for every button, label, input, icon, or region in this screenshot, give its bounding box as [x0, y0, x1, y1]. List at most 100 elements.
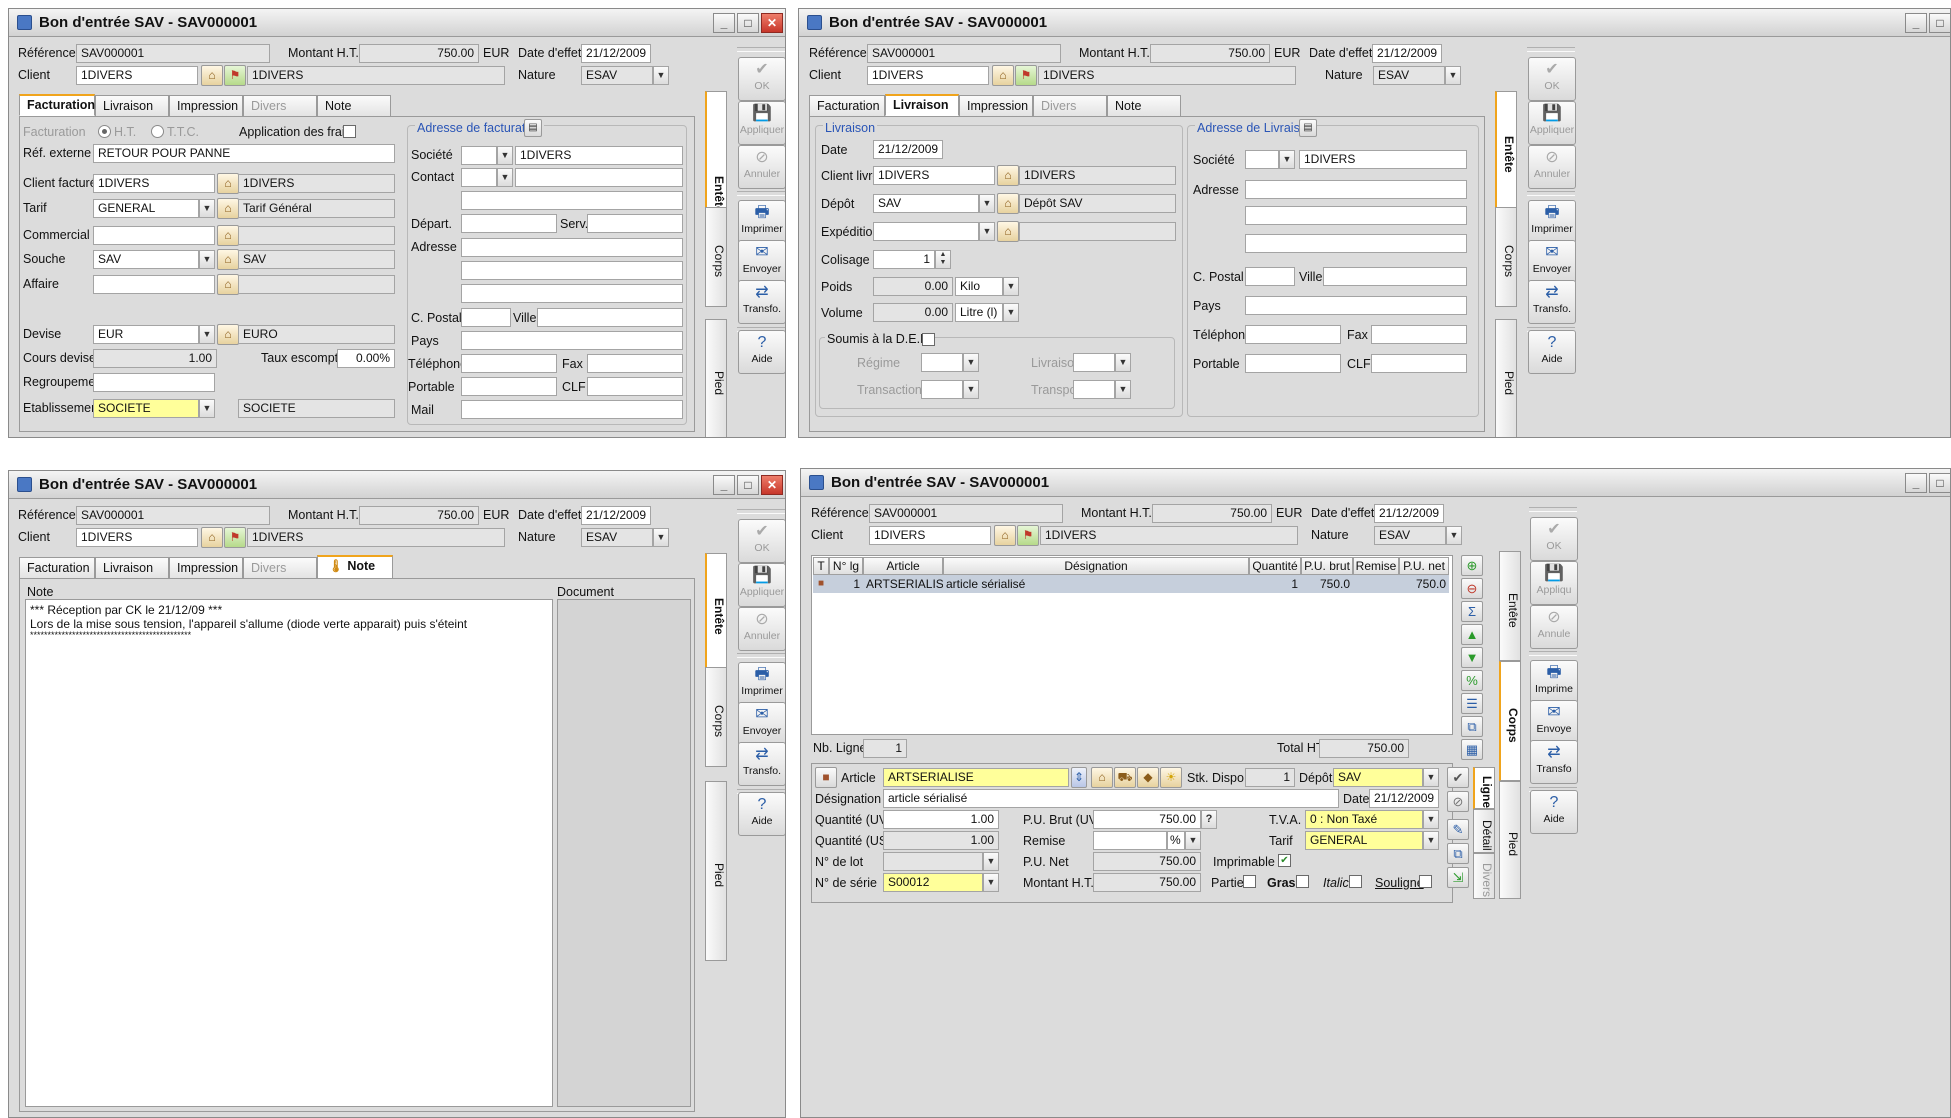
chevron-down-icon[interactable]: ▼ [1423, 810, 1439, 829]
copy-icon[interactable]: ⧉ [1461, 716, 1483, 737]
ok-button[interactable]: ✔ OK [1528, 57, 1576, 101]
envoyer-button[interactable]: ✉ Envoyer [738, 702, 785, 746]
nature-select[interactable]: ESAV [1374, 526, 1446, 545]
client-code-field[interactable]: 1DIVERS [867, 66, 989, 85]
partiel-checkbox[interactable] [1243, 875, 1256, 888]
adresse-line1[interactable] [1245, 180, 1467, 199]
note-textarea[interactable]: *** Réception par CK le 21/12/09 *** Lor… [25, 599, 553, 1107]
home-icon[interactable]: ⌂ [201, 65, 223, 86]
chevron-down-icon[interactable]: ▼ [497, 146, 513, 165]
transfo-button[interactable]: ⇄ Transfo [1530, 740, 1578, 784]
portable-field[interactable] [461, 377, 557, 396]
depot-select[interactable]: SAV [1333, 768, 1423, 787]
home-icon[interactable]: ⌂ [994, 525, 1016, 546]
depart-field[interactable] [461, 214, 557, 233]
tva-select[interactable]: 0 : Non Taxé [1305, 810, 1423, 829]
devise-select[interactable]: EUR [93, 325, 199, 344]
tarif-select[interactable]: GENERAL [93, 199, 199, 218]
telephone-field[interactable] [461, 354, 557, 373]
calculator-icon[interactable]: ▦ [1461, 739, 1483, 760]
contact-extra-field[interactable] [461, 191, 683, 210]
cpostal-field[interactable] [461, 308, 511, 327]
minimize-button[interactable]: _ [713, 475, 735, 495]
remise-unit-select[interactable]: % [1167, 831, 1185, 850]
appliquer-button[interactable]: 💾 Appliqu [1530, 561, 1578, 605]
chevron-down-icon[interactable]: ▼ [199, 199, 215, 218]
vtab-ligne[interactable]: Ligne [1473, 767, 1495, 809]
column-header-remise[interactable]: Remise [1353, 557, 1399, 575]
tab-facturation[interactable]: Facturation [19, 94, 95, 116]
nature-select[interactable]: ESAV [1373, 66, 1445, 85]
column-header-designation[interactable]: Désignation [943, 557, 1249, 575]
tab-impression[interactable]: Impression [169, 95, 243, 117]
chevron-down-icon[interactable]: ▼ [497, 168, 513, 187]
ok-button[interactable]: ✔ OK [738, 57, 785, 101]
colisage-field[interactable]: 1 [873, 250, 935, 269]
pays-field[interactable] [461, 331, 683, 350]
close-button[interactable]: ✕ [761, 13, 783, 33]
commercial-field[interactable] [93, 226, 215, 245]
chevron-down-icon[interactable]: ▼ [1115, 353, 1131, 372]
sun-icon[interactable]: ☀ [1160, 767, 1182, 788]
poids-field[interactable]: 0.00 [873, 277, 953, 296]
move-down-icon[interactable]: ▼ [1461, 647, 1483, 668]
tab-impression[interactable]: Impression [169, 557, 243, 579]
envoyer-button[interactable]: ✉ Envoye [1530, 700, 1578, 744]
serie-select[interactable]: S00012 [883, 873, 983, 892]
chevron-down-icon[interactable]: ▼ [1003, 277, 1019, 296]
home-icon[interactable]: ⌂ [201, 527, 223, 548]
close-button[interactable]: ✕ [761, 475, 783, 495]
home-icon[interactable]: ⌂ [1091, 767, 1113, 788]
nature-select[interactable]: ESAV [581, 528, 653, 547]
validate-line-icon[interactable]: ✔ [1447, 767, 1469, 788]
vtab-detail[interactable]: Détail [1473, 809, 1495, 853]
cours-devise-field[interactable]: 1.00 [93, 349, 217, 368]
societe-type-select[interactable] [461, 146, 497, 165]
home-icon[interactable]: ⌂ [997, 165, 1019, 186]
client-code-field[interactable]: 1DIVERS [869, 526, 991, 545]
tab-livraison[interactable]: Livraison [95, 95, 169, 117]
fax-field[interactable] [1371, 325, 1467, 344]
montant-field[interactable]: 750.00 [1150, 44, 1270, 63]
clf-field[interactable] [587, 377, 683, 396]
expedition-select[interactable] [873, 222, 979, 241]
chevron-down-icon[interactable]: ▼ [983, 873, 999, 892]
chevron-down-icon[interactable]: ▼ [1003, 303, 1019, 322]
portable-field[interactable] [1245, 354, 1341, 373]
chevron-down-icon[interactable]: ▼ [1423, 831, 1439, 850]
maximize-button[interactable]: □ [737, 13, 759, 33]
sum-icon[interactable]: Σ [1461, 601, 1483, 622]
home-icon[interactable]: ⌂ [997, 221, 1019, 242]
attach-icon[interactable]: ⧉ [1447, 843, 1469, 864]
remise-field[interactable] [1093, 831, 1167, 850]
vtab-corps[interactable]: Corps [705, 667, 727, 767]
tab-divers[interactable]: Divers [243, 557, 317, 579]
document-list[interactable] [557, 599, 691, 1107]
imprimable-checkbox[interactable]: ✔ [1278, 854, 1291, 867]
tab-facturation[interactable]: Facturation [809, 95, 885, 117]
transfo-button[interactable]: ⇄ Transfo. [738, 280, 785, 324]
date-effet-field[interactable]: 21/12/2009 [581, 506, 651, 525]
tab-livraison[interactable]: Livraison [885, 94, 959, 116]
client-code-field[interactable]: 1DIVERS [76, 528, 198, 547]
volume-unit-select[interactable]: Litre (l) [955, 303, 1003, 322]
taux-escompte-field[interactable]: 0.00% [337, 349, 395, 368]
ttc-radio[interactable] [151, 125, 164, 138]
imprimer-button[interactable]: 🖶 Imprime [1530, 660, 1578, 704]
move-up-icon[interactable]: ▲ [1461, 624, 1483, 645]
address-card-icon[interactable]: ▤ [1299, 119, 1317, 137]
chevron-down-icon[interactable]: ▼ [1445, 66, 1461, 85]
home-icon[interactable]: ⌂ [997, 193, 1019, 214]
tab-divers[interactable]: Divers [243, 95, 317, 117]
percent-icon[interactable]: % [1461, 670, 1483, 691]
client-name-field[interactable]: 1DIVERS [247, 528, 505, 547]
flag-icon[interactable]: ⚑ [224, 65, 246, 86]
volume-field[interactable]: 0.00 [873, 303, 953, 322]
affaire-field[interactable] [93, 275, 215, 294]
reference-field[interactable]: SAV000001 [76, 44, 270, 63]
reference-field[interactable]: SAV000001 [867, 44, 1061, 63]
tab-facturation[interactable]: Facturation [19, 557, 95, 579]
tag-icon[interactable]: ◆ [1137, 767, 1159, 788]
nature-select[interactable]: ESAV [581, 66, 653, 85]
lot-select[interactable] [883, 852, 983, 871]
